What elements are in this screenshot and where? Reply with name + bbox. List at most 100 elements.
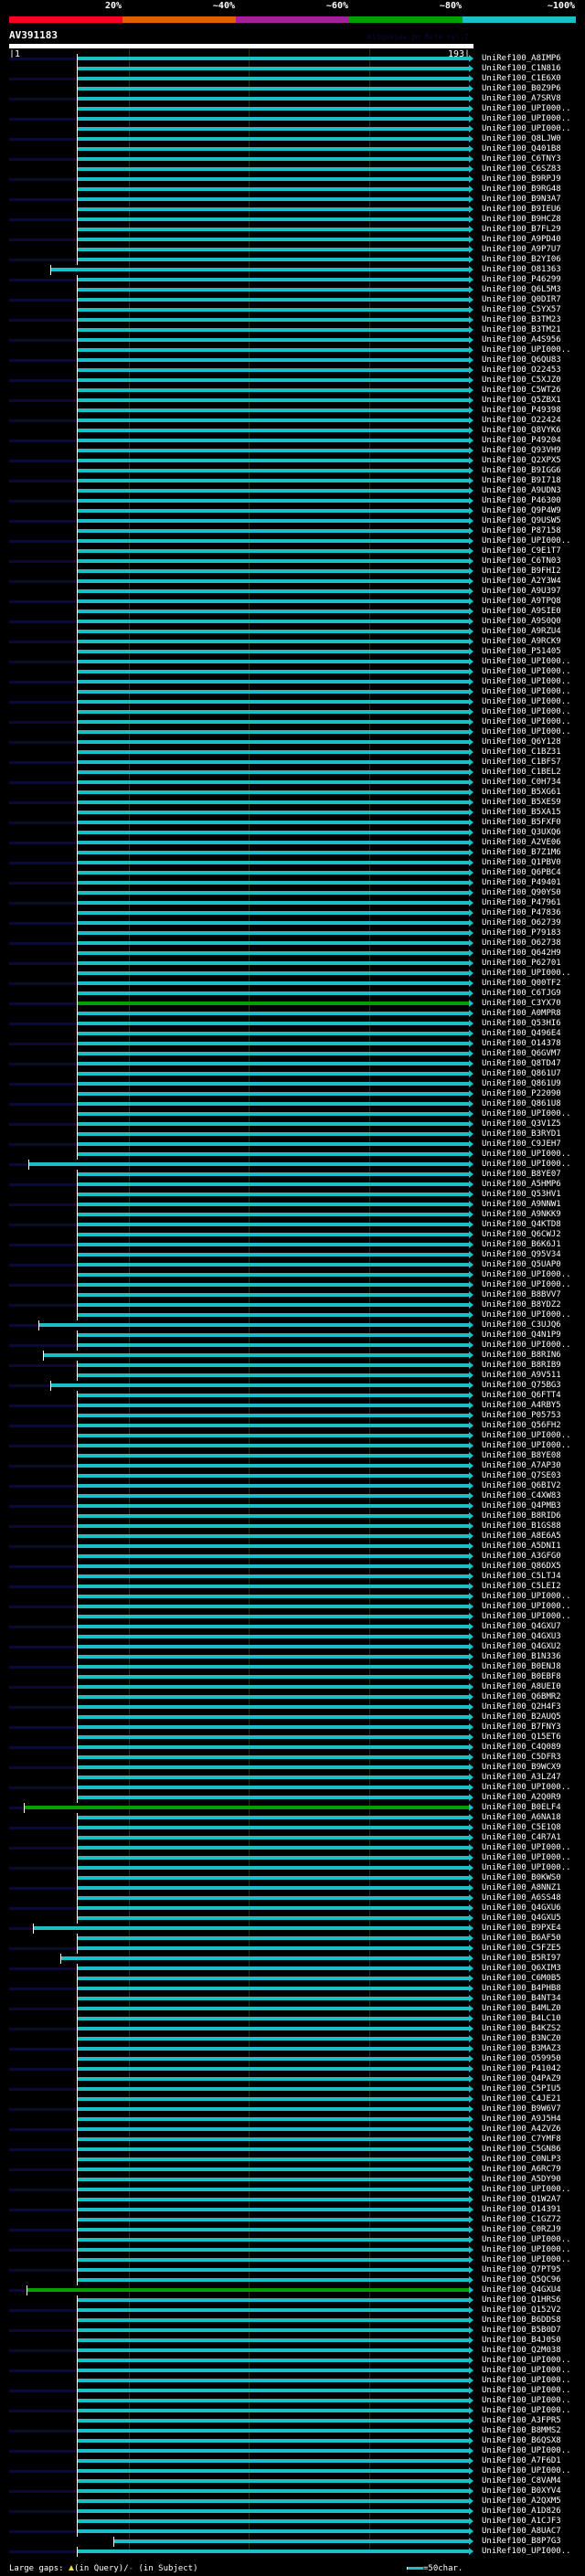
hit-label[interactable]: UniRef100_Q4GXU2 [482,1642,561,1652]
hit-label[interactable]: UniRef100_C1BZ31 [482,747,561,758]
hit-label[interactable]: UniRef100_UPI000.. [482,2547,571,2557]
hit-label[interactable]: UniRef100_A8E6A5 [482,1532,561,1542]
alignment-bar[interactable] [77,2027,469,2030]
hit-row[interactable]: UniRef100_A9NNW1 [0,1200,585,1210]
hit-label[interactable]: UniRef100_A3LZ47 [482,1773,561,1783]
hit-label[interactable]: UniRef100_Q2XPX5 [482,456,561,466]
hit-label[interactable]: UniRef100_C1N816 [482,64,561,74]
alignment-bar[interactable] [77,981,469,985]
alignment-bar[interactable] [77,1062,469,1065]
hit-row[interactable]: UniRef100_C7YMF8 [0,2135,585,2145]
hit-label[interactable]: UniRef100_B9HCZ8 [482,215,561,225]
hit-row[interactable]: UniRef100_C3YX70 [0,999,585,1009]
alignment-bar[interactable] [59,1956,469,1960]
hit-row[interactable]: UniRef100_C5XJZ0 [0,376,585,386]
hit-label[interactable]: UniRef100_B9I718 [482,476,561,486]
hit-row[interactable]: UniRef100_A3LZ47 [0,1773,585,1783]
hit-row[interactable]: UniRef100_UPI000.. [0,1310,585,1320]
hit-label[interactable]: UniRef100_A2Y3W4 [482,577,561,587]
alignment-bar[interactable] [77,1585,469,1588]
alignment-bar[interactable] [77,2067,469,2071]
hit-label[interactable]: UniRef100_P41042 [482,2064,561,2074]
alignment-bar[interactable] [77,449,469,452]
hit-label[interactable]: UniRef100_B0EBF8 [482,1672,561,1682]
hit-row[interactable]: UniRef100_C8VAM4 [0,2476,585,2486]
hit-label[interactable]: UniRef100_C5GN86 [482,2145,561,2155]
alignment-bar[interactable] [77,288,469,292]
hit-row[interactable]: UniRef100_UPI000.. [0,687,585,697]
hit-label[interactable]: UniRef100_A7AP30 [482,1461,561,1471]
alignment-bar[interactable] [77,630,469,633]
hit-label[interactable]: UniRef100_UPI000.. [482,1441,571,1451]
alignment-bar[interactable] [77,2479,469,2483]
hit-label[interactable]: UniRef100_UPI000.. [482,2466,571,2476]
hit-row[interactable]: UniRef100_UPI000.. [0,1270,585,1280]
hit-label[interactable]: UniRef100_A2QXM5 [482,2496,561,2507]
alignment-bar[interactable] [77,1182,469,1186]
hit-row[interactable]: UniRef100_Q861U7 [0,1069,585,1079]
hit-row[interactable]: UniRef100_Q4PAZ9 [0,2074,585,2084]
hit-row[interactable]: UniRef100_A3FPR5 [0,2416,585,2426]
hit-row[interactable]: UniRef100_P51405 [0,647,585,657]
alignment-bar[interactable] [77,790,469,794]
hit-label[interactable]: UniRef100_UPI000.. [482,2386,571,2396]
hit-row[interactable]: UniRef100_C5YX57 [0,305,585,315]
alignment-bar[interactable] [77,107,469,111]
hit-row[interactable]: UniRef100_UPI000.. [0,1853,585,1863]
alignment-bar[interactable] [77,2127,469,2131]
hit-label[interactable]: UniRef100_Q7SE03 [482,1471,561,1481]
hit-row[interactable]: UniRef100_B9WCX9 [0,1763,585,1773]
alignment-bar[interactable] [77,1373,469,1377]
hit-row[interactable]: UniRef100_UPI000.. [0,345,585,355]
hit-row[interactable]: UniRef100_B3TM21 [0,325,585,335]
hit-label[interactable]: UniRef100_A6NA18 [482,1813,561,1823]
hit-row[interactable]: UniRef100_B8RID6 [0,1511,585,1521]
alignment-bar[interactable] [77,2238,469,2242]
hit-row[interactable]: UniRef100_C6TN03 [0,557,585,567]
hit-label[interactable]: UniRef100_Q4GXU6 [482,1903,561,1913]
hit-label[interactable]: UniRef100_A0MPR8 [482,1009,561,1019]
hit-row[interactable]: UniRef100_Q8LJW0 [0,134,585,144]
alignment-bar[interactable] [77,1735,469,1739]
hit-row[interactable]: UniRef100_B2YI06 [0,255,585,265]
alignment-bar[interactable] [77,308,469,312]
alignment-bar[interactable] [37,1323,469,1327]
hit-row[interactable]: UniRef100_B6DDS8 [0,2316,585,2326]
hit-label[interactable]: UniRef100_C6TN03 [482,557,561,567]
hit-row[interactable]: UniRef100_B9I718 [0,476,585,486]
alignment-bar[interactable] [77,700,469,704]
hit-row[interactable]: UniRef100_B3MAZ3 [0,2044,585,2054]
hit-row[interactable]: UniRef100_UPI000.. [0,657,585,667]
hit-label[interactable]: UniRef100_Q4GXU3 [482,1632,561,1642]
hit-label[interactable]: UniRef100_UPI000.. [482,2396,571,2406]
alignment-bar[interactable] [43,1353,469,1357]
hit-row[interactable]: UniRef100_A7SRV8 [0,94,585,104]
alignment-bar[interactable] [77,1755,469,1759]
hit-row[interactable]: UniRef100_Q7SE03 [0,1471,585,1481]
hit-label[interactable]: UniRef100_Q4PAZ9 [482,2074,561,2084]
alignment-bar[interactable] [77,1132,469,1136]
hit-label[interactable]: UniRef100_B3RYD1 [482,1129,561,1140]
alignment-bar[interactable] [77,589,469,593]
hit-row[interactable]: UniRef100_O14378 [0,1039,585,1049]
hit-label[interactable]: UniRef100_A1CJF3 [482,2517,561,2527]
hit-row[interactable]: UniRef100_UPI000.. [0,1341,585,1351]
hit-row[interactable]: UniRef100_Q4PMB3 [0,1501,585,1511]
hit-row[interactable]: UniRef100_Q1W2A7 [0,2195,585,2205]
alignment-bar[interactable] [77,1203,469,1206]
alignment-bar[interactable] [77,2037,469,2041]
alignment-bar[interactable] [77,1303,469,1307]
alignment-bar[interactable] [77,1574,469,1578]
alignment-bar[interactable] [77,1866,469,1870]
hit-label[interactable]: UniRef100_B5RI97 [482,1954,561,1964]
alignment-bar[interactable] [77,1635,469,1638]
hit-row[interactable]: UniRef100_B9RG48 [0,185,585,195]
hit-label[interactable]: UniRef100_Q9P4W9 [482,506,561,516]
alignment-bar[interactable] [77,1424,469,1427]
hit-row[interactable]: UniRef100_UPI000.. [0,2235,585,2245]
alignment-bar[interactable] [77,1816,469,1819]
alignment-bar[interactable] [77,2369,469,2372]
alignment-bar[interactable] [77,338,469,342]
alignment-bar[interactable] [77,207,469,211]
hit-row[interactable]: UniRef100_B7FNY3 [0,1723,585,1733]
